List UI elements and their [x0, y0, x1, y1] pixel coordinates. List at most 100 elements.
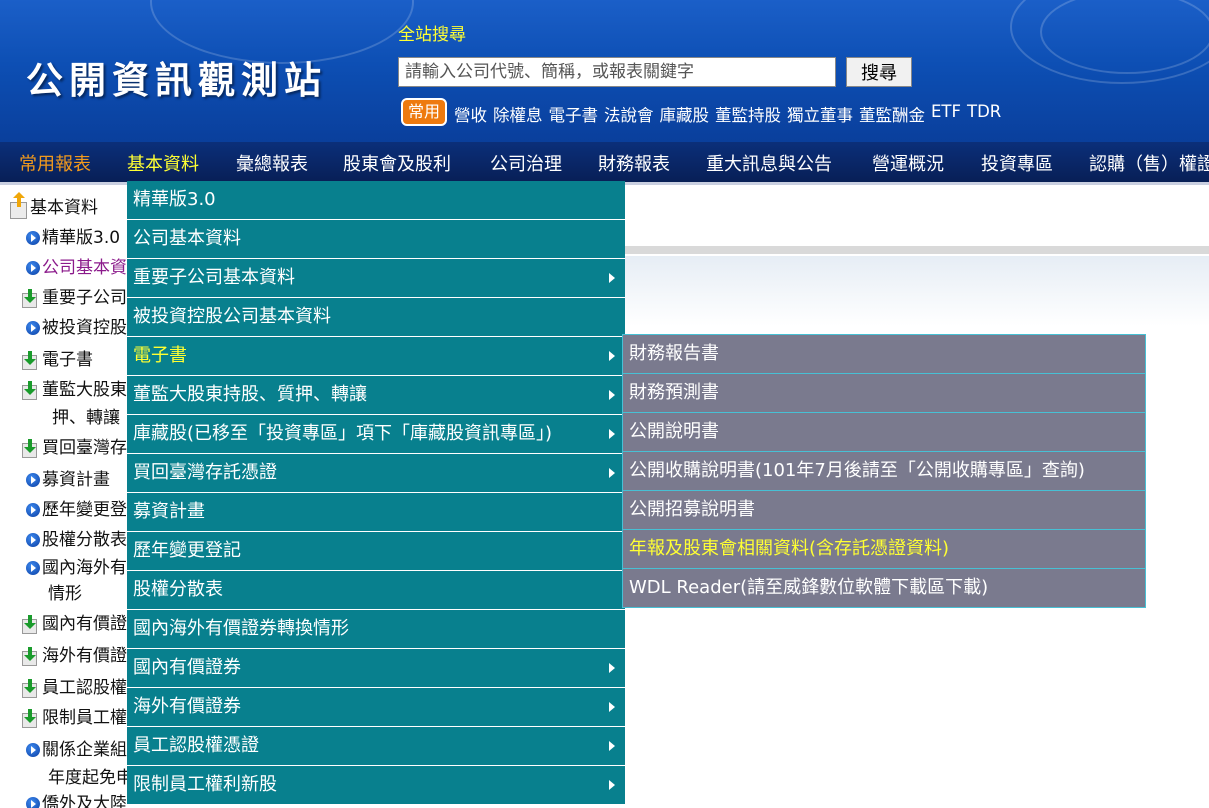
tree-item[interactable]: 僑外及大陸	[26, 789, 127, 808]
tree-item-label: 關係企業組織圖	[42, 740, 140, 760]
tree-item-label: 情形	[48, 584, 82, 604]
quick-link-dividend[interactable]: 除權息	[493, 102, 543, 126]
nav-shareholders-dividends[interactable]: 股東會及股利	[343, 150, 451, 176]
bullet-arrow-icon	[26, 231, 40, 245]
folder-down-icon	[22, 679, 40, 698]
tree-item[interactable]: 董監大股東持股、質	[22, 375, 140, 400]
folder-down-icon	[22, 439, 40, 458]
tree-root[interactable]: 基本資料	[10, 192, 98, 219]
menu-item-label: 庫藏股(已移至「投資專區」項下「庫藏股資訊專區」)	[133, 423, 553, 444]
nav-common-reports[interactable]: 常用報表	[19, 150, 91, 176]
menu-item-company-info[interactable]: 公司基本資料	[127, 220, 625, 259]
menu-item-holding-company-info[interactable]: 被投資控股公司基本資料	[127, 298, 625, 337]
menu-item-label: 重要子公司基本資料	[133, 267, 295, 288]
menu-item-ebook[interactable]: 電子書	[127, 337, 625, 376]
menu-item-restricted-stock[interactable]: 限制員工權利新股	[127, 766, 625, 805]
tree-item[interactable]: 買回臺灣存託憑證	[22, 433, 140, 458]
submenu-item-wdl-reader[interactable]: WDL Reader(請至威鋒數位軟體下載區下載)	[623, 569, 1145, 607]
tree-item[interactable]: 重要子公司基本資料	[22, 283, 140, 308]
menu-item-overseas-securities[interactable]: 海外有價證券	[127, 688, 625, 727]
menu-item-securities-conversion[interactable]: 國內海外有價證券轉換情形	[127, 610, 625, 649]
tree-item[interactable]: 國內海外有價證券轉換	[26, 553, 140, 578]
submenu-item-public-offering[interactable]: 公開招募說明書	[623, 491, 1145, 530]
chevron-right-icon	[609, 390, 615, 400]
bullet-arrow-icon	[26, 321, 40, 335]
menu-item-label: 募資計畫	[133, 501, 205, 522]
main-nav: 常用報表 基本資料 彙總報表 股東會及股利 公司治理 財務報表 重大訊息與公告 …	[0, 142, 1209, 185]
folder-down-icon	[22, 709, 40, 728]
tree-item[interactable]: 被投資控股公司基本資料	[26, 313, 140, 338]
submenu-item-annual-report[interactable]: 年報及股東會相關資料(含存託憑證資料)	[623, 530, 1145, 569]
quick-link-ebook[interactable]: 電子書	[549, 102, 599, 126]
menu-item-registration-changes[interactable]: 歷年變更登記	[127, 532, 625, 571]
menu-item-label: 限制員工權利新股	[133, 774, 277, 795]
submenu-item-tender-offer[interactable]: 公開收購說明書(101年7月後請至「公開收購專區」查詢)	[623, 452, 1145, 491]
chevron-right-icon	[609, 468, 615, 478]
menu-item-fundraising-plan[interactable]: 募資計畫	[127, 493, 625, 532]
left-tree: 基本資料 精華版3.0 公司基本資料 重要子公司基本資料 被投資控股公司基本資料…	[0, 185, 140, 808]
tree-item[interactable]: 精華版3.0	[26, 223, 120, 248]
tree-item-label: 海外有價證券	[42, 646, 140, 666]
quick-link-treasury[interactable]: 庫藏股	[660, 102, 710, 126]
bullet-arrow-icon	[26, 533, 40, 547]
chevron-right-icon	[609, 351, 615, 361]
tree-item[interactable]: 國內有價證券	[22, 609, 140, 634]
nav-warrants[interactable]: 認購（售）權證	[1089, 150, 1209, 176]
menu-item-director-holdings[interactable]: 董監大股東持股、質押、轉讓	[127, 376, 625, 415]
menu-item-label: 公司基本資料	[133, 228, 241, 249]
search-input[interactable]	[398, 57, 836, 87]
nav-investment-zone[interactable]: 投資專區	[981, 150, 1053, 176]
tree-item[interactable]: 歷年變更登記	[26, 495, 140, 520]
tree-item-label: 國內有價證券	[42, 614, 140, 634]
tree-item[interactable]: 限制員工權利新股	[22, 703, 140, 728]
submenu-item-financial-report[interactable]: 財務報告書	[623, 335, 1145, 374]
quick-link-revenue[interactable]: 營收	[454, 102, 487, 126]
tree-item-continued: 情形	[48, 579, 82, 604]
bullet-arrow-icon	[26, 261, 40, 275]
menu-item-domestic-securities[interactable]: 國內有價證券	[127, 649, 625, 688]
tree-item-label: 重要子公司基本資料	[42, 288, 140, 308]
menu-item-label: 海外有價證券	[133, 696, 241, 717]
basic-info-dropdown: 精華版3.0 公司基本資料 重要子公司基本資料 被投資控股公司基本資料 電子書 …	[127, 181, 625, 805]
tree-item[interactable]: 公司基本資料	[26, 253, 140, 278]
menu-item-subsidiary-info[interactable]: 重要子公司基本資料	[127, 259, 625, 298]
nav-operations[interactable]: 營運概況	[872, 150, 944, 176]
tree-item[interactable]: 募資計畫	[26, 465, 110, 490]
quick-link-independent-directors[interactable]: 獨立董事	[787, 102, 853, 126]
tree-item[interactable]: 關係企業組織圖	[26, 735, 140, 760]
menu-item-employee-stock-options[interactable]: 員工認股權憑證	[127, 727, 625, 766]
quick-link-tdr[interactable]: TDR	[967, 102, 1001, 126]
nav-material-info[interactable]: 重大訊息與公告	[706, 150, 832, 176]
menu-item-essence-v3[interactable]: 精華版3.0	[127, 181, 625, 220]
tree-item-label: 僑外及大陸	[42, 794, 127, 808]
menu-item-tdr-buyback[interactable]: 買回臺灣存託憑證	[127, 454, 625, 493]
submenu-item-financial-forecast[interactable]: 財務預測書	[623, 374, 1145, 413]
tree-item-label: 押、轉讓	[52, 408, 120, 428]
search-button[interactable]: 搜尋	[846, 57, 912, 87]
tree-item[interactable]: 股權分散表	[26, 525, 127, 550]
tree-item-label: 國內海外有價證券轉換	[42, 558, 140, 578]
site-logo[interactable]: 公開資訊觀測站	[26, 50, 327, 104]
tree-item[interactable]: 海外有價證券	[22, 641, 140, 666]
quick-link-etf[interactable]: ETF	[931, 102, 961, 126]
menu-item-label: 買回臺灣存託憑證	[133, 462, 277, 483]
quick-link-conference[interactable]: 法說會	[604, 102, 654, 126]
bullet-arrow-icon	[26, 473, 40, 487]
menu-item-label: 董監大股東持股、質押、轉讓	[133, 384, 367, 405]
tree-item-label: 被投資控股公司基本資料	[42, 318, 140, 338]
nav-corporate-governance[interactable]: 公司治理	[490, 150, 562, 176]
chevron-right-icon	[609, 273, 615, 283]
menu-item-treasury-stock[interactable]: 庫藏股(已移至「投資專區」項下「庫藏股資訊專區」)	[127, 415, 625, 454]
quick-link-holdings[interactable]: 董監持股	[715, 102, 781, 126]
menu-item-shareholding-distribution[interactable]: 股權分散表	[127, 571, 625, 610]
menu-item-label: 精華版3.0	[133, 189, 216, 210]
quick-link-remuneration[interactable]: 董監酬金	[859, 102, 925, 126]
tree-item[interactable]: 員工認股權憑證	[22, 673, 140, 698]
nav-summary-reports[interactable]: 彙總報表	[236, 150, 308, 176]
folder-down-icon	[22, 351, 40, 370]
tree-item[interactable]: 電子書	[22, 345, 93, 370]
submenu-item-prospectus[interactable]: 公開說明書	[623, 413, 1145, 452]
nav-basic-info[interactable]: 基本資料	[127, 150, 199, 176]
nav-financial-statements[interactable]: 財務報表	[598, 150, 670, 176]
site-header: 公開資訊觀測站 全站搜尋 搜尋 常用 營收 除權息 電子書 法說會 庫藏股 董監…	[0, 0, 1209, 142]
